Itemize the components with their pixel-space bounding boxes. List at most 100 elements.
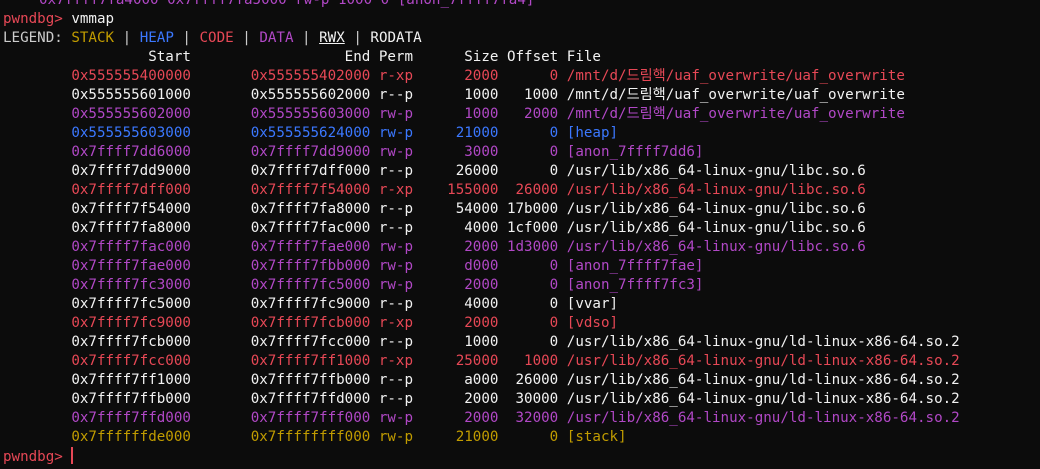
clipped-mapping-row: 0x7ffff7fa4000 0x7ffff7fa5000 rw-p 1000 … <box>3 0 1037 10</box>
row-start-address: 0x7ffff7ffb000 <box>3 391 191 407</box>
row-start-address: 0x555555400000 <box>3 68 191 84</box>
row-file: [anon_7ffff7fae] <box>558 258 704 274</box>
row-permissions: rw-p <box>370 410 414 426</box>
row-offset: 1cf000 <box>498 220 559 236</box>
vmmap-row: 0x7ffff7fcc000 0x7ffff7ff1000 r-xp 25000… <box>3 352 1037 371</box>
legend-separator: | <box>302 30 311 46</box>
vmmap-row: 0x7ffff7ffd000 0x7ffff7fff000 rw-p 2000 … <box>3 409 1037 428</box>
row-end-address: 0x7ffff7ff1000 <box>190 353 371 369</box>
vmmap-row: 0x555555602000 0x555555603000 rw-p 1000 … <box>3 105 1037 124</box>
legend-stack: STACK <box>71 30 115 46</box>
row-end-address: 0x7ffff7fac000 <box>190 220 371 236</box>
row-end-address: 0x7ffff7ffd000 <box>190 391 371 407</box>
row-permissions: r-xp <box>370 353 414 369</box>
row-offset: 0 <box>498 125 559 141</box>
row-start-address: 0x555555602000 <box>3 106 191 122</box>
vmmap-row: 0x555555400000 0x555555402000 r-xp 2000 … <box>3 67 1037 86</box>
row-permissions: r-xp <box>370 182 414 198</box>
row-size: 2000 <box>413 68 499 84</box>
row-file: [heap] <box>558 125 619 141</box>
row-start-address: 0x7ffff7fc3000 <box>3 277 191 293</box>
row-end-address: 0x7ffff7fae000 <box>190 239 371 255</box>
row-offset: 0 <box>498 429 559 445</box>
row-permissions: rw-p <box>370 106 414 122</box>
row-file: [anon_7ffff7fc3] <box>558 277 704 293</box>
terminal-window[interactable]: 0x7ffff7fa4000 0x7ffff7fa5000 rw-p 1000 … <box>3 0 1037 466</box>
row-file: /usr/lib/x86_64-linux-gnu/libc.so.6 <box>558 163 866 179</box>
row-start-address: 0x7ffff7fae000 <box>3 258 191 274</box>
legend-separator: | <box>353 30 362 46</box>
row-start-address: 0x7ffffffde000 <box>3 429 191 445</box>
row-size: a000 <box>413 372 499 388</box>
vmmap-row: 0x7ffff7dd6000 0x7ffff7dd9000 rw-p 3000 … <box>3 143 1037 162</box>
vmmap-row: 0x7ffff7f54000 0x7ffff7fa8000 r--p 54000… <box>3 200 1037 219</box>
row-size: 2000 <box>413 239 499 255</box>
row-permissions: rw-p <box>370 277 414 293</box>
row-start-address: 0x7ffff7fc9000 <box>3 315 191 331</box>
header-size: Size <box>413 49 499 65</box>
row-file: [stack] <box>558 429 627 445</box>
row-size: 155000 <box>413 182 499 198</box>
row-size: 4000 <box>413 296 499 312</box>
vmmap-row: 0x7ffff7fcb000 0x7ffff7fcc000 r--p 1000 … <box>3 333 1037 352</box>
row-end-address: 0x555555402000 <box>190 68 371 84</box>
vmmap-row: 0x7ffff7dd9000 0x7ffff7dff000 r--p 26000… <box>3 162 1037 181</box>
row-end-address: 0x7ffff7fa8000 <box>190 201 371 217</box>
row-end-address: 0x555555624000 <box>190 125 371 141</box>
row-offset: 1d3000 <box>498 239 559 255</box>
row-size: 3000 <box>413 144 499 160</box>
row-file: [anon_7ffff7dd6] <box>558 144 704 160</box>
row-end-address: 0x7ffff7dd9000 <box>190 144 371 160</box>
row-start-address: 0x555555601000 <box>3 87 191 103</box>
row-file: /usr/lib/x86_64-linux-gnu/ld-linux-x86-6… <box>558 391 960 407</box>
row-permissions: rw-p <box>370 429 414 445</box>
row-offset: 0 <box>498 296 559 312</box>
row-permissions: r--p <box>370 296 414 312</box>
input-line[interactable]: pwndbg> <box>3 447 1037 466</box>
row-offset: 2000 <box>498 106 559 122</box>
row-size: 2000 <box>413 277 499 293</box>
row-file: [vdso] <box>558 315 619 331</box>
row-start-address: 0x7ffff7fa8000 <box>3 220 191 236</box>
vmmap-row: 0x555555601000 0x555555602000 r--p 1000 … <box>3 86 1037 105</box>
vmmap-row: 0x7ffffffde000 0x7ffffffff000 rw-p 21000… <box>3 428 1037 447</box>
row-start-address: 0x7ffff7ffd000 <box>3 410 191 426</box>
vmmap-rows: 0x555555400000 0x555555402000 r-xp 2000 … <box>3 67 1037 447</box>
row-offset: 0 <box>498 277 559 293</box>
row-end-address: 0x7ffff7fff000 <box>190 410 371 426</box>
row-file: /usr/lib/x86_64-linux-gnu/libc.so.6 <box>558 182 866 198</box>
row-end-address: 0x7ffff7fc5000 <box>190 277 371 293</box>
row-offset: 0 <box>498 68 559 84</box>
row-size: 25000 <box>413 353 499 369</box>
vmmap-row: 0x7ffff7dff000 0x7ffff7f54000 r-xp 15500… <box>3 181 1037 200</box>
row-end-address: 0x7ffff7fcc000 <box>190 334 371 350</box>
row-end-address: 0x7ffffffff000 <box>190 429 371 445</box>
row-permissions: r-xp <box>370 68 414 84</box>
vmmap-row: 0x7ffff7ff1000 0x7ffff7ffb000 r--p a000 … <box>3 371 1037 390</box>
row-file: /mnt/d/드림핵/uaf_overwrite/uaf_overwrite <box>558 68 905 84</box>
header-end: End <box>190 49 371 65</box>
row-offset: 26000 <box>498 372 559 388</box>
vmmap-row: 0x7ffff7fac000 0x7ffff7fae000 rw-p 2000 … <box>3 238 1037 257</box>
row-offset: 17b000 <box>498 201 559 217</box>
row-offset: 1000 <box>498 87 559 103</box>
row-permissions: r--p <box>370 372 414 388</box>
row-file: /usr/lib/x86_64-linux-gnu/ld-linux-x86-6… <box>558 353 960 369</box>
row-offset: 0 <box>498 163 559 179</box>
row-size: 1000 <box>413 87 499 103</box>
row-permissions: r--p <box>370 87 414 103</box>
row-file: /usr/lib/x86_64-linux-gnu/ld-linux-x86-6… <box>558 334 960 350</box>
row-end-address: 0x555555603000 <box>190 106 371 122</box>
legend-line: LEGEND: STACK | HEAP | CODE | DATA | RWX… <box>3 29 1037 48</box>
row-offset: 30000 <box>498 391 559 407</box>
row-start-address: 0x7ffff7f54000 <box>3 201 191 217</box>
row-permissions: rw-p <box>370 144 414 160</box>
legend-separator: | <box>182 30 191 46</box>
row-size: 1000 <box>413 334 499 350</box>
row-file: /mnt/d/드림핵/uaf_overwrite/uaf_overwrite <box>558 87 905 103</box>
vmmap-row: 0x7ffff7fc9000 0x7ffff7fcb000 r-xp 2000 … <box>3 314 1037 333</box>
row-end-address: 0x7ffff7f54000 <box>190 182 371 198</box>
row-file: /usr/lib/x86_64-linux-gnu/libc.so.6 <box>558 201 866 217</box>
row-start-address: 0x7ffff7dd9000 <box>3 163 191 179</box>
clipped-row-text: 0x7ffff7fa4000 0x7ffff7fa5000 rw-p 1000 … <box>39 0 535 8</box>
